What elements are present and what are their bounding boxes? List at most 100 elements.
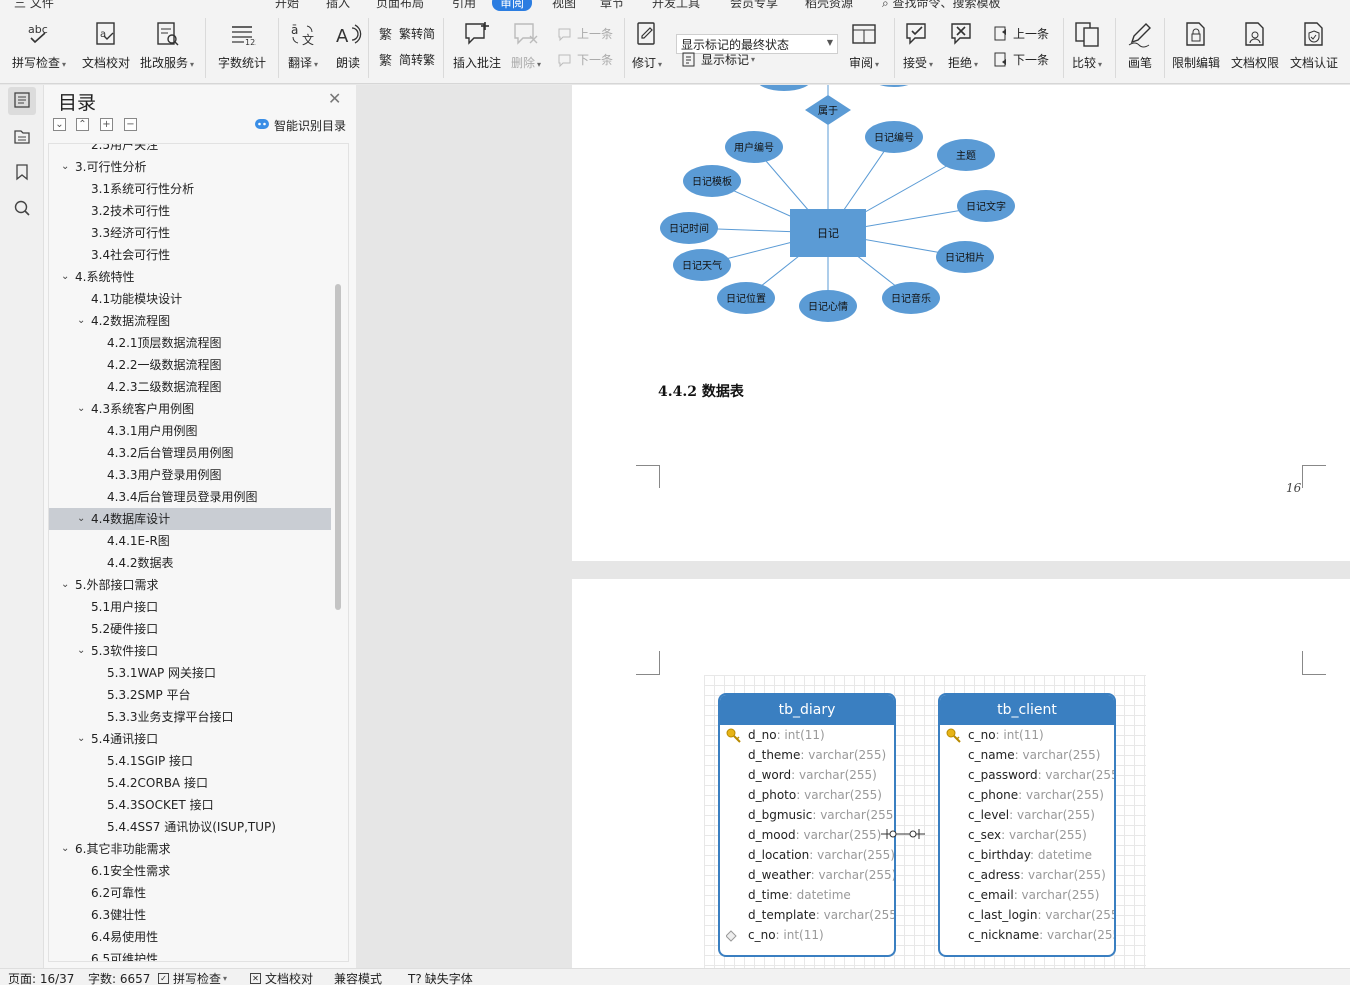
toc-panel-button[interactable] [8,87,36,115]
tab-references[interactable]: 引用 [452,0,476,11]
chevron-down-icon[interactable]: ⌄ [77,310,85,332]
toc-item[interactable]: 6.4易使用性 [49,926,348,948]
chevron-down-icon[interactable]: ⌄ [61,266,69,288]
next-comment-button[interactable]: 下一条 [556,51,613,68]
bookmark-button[interactable] [8,159,36,187]
toc-item[interactable]: 5.4.2CORBA 接口 [49,772,348,794]
toc-item[interactable]: 6.5可维护性 [49,948,348,961]
toc-item[interactable]: 4.3.2后台管理员用例图 [49,442,348,464]
toc-item[interactable]: 5.3.3业务支撑平台接口 [49,706,348,728]
toc-item[interactable]: 5.4.4SS7 通讯协议(ISUP,TUP) [49,816,348,838]
batch-service-button[interactable]: 批改服务 ▾ [140,20,194,71]
toc-item[interactable]: ⌄ 5.外部接口需求 [49,574,348,596]
tab-home[interactable]: 开始 [275,0,299,11]
chevron-down-icon[interactable]: ⌄ [77,640,85,662]
read-aloud-button[interactable]: A 朗读 [334,20,362,71]
missing-font-indicator[interactable]: T? 缺失字体 [408,970,473,985]
toc-item[interactable]: 5.3.2SMP 平台 [49,684,348,706]
command-search[interactable]: ⌕ 查找命令、搜索模板 [882,0,1001,11]
compat-mode[interactable]: 兼容模式 [334,970,382,985]
next-change-button[interactable]: 下一条 [992,51,1049,68]
insert-comment-button[interactable]: 插入批注 [453,20,501,71]
toc-item[interactable]: ⌄ 3.可行性分析 [49,156,348,178]
toc-item[interactable]: 5.4.1SGIP 接口 [49,750,348,772]
toc-item[interactable]: ⌄ 4.3系统客户用例图 [49,398,348,420]
toc-item[interactable]: 4.3.4后台管理员登录用例图 [49,486,348,508]
file-menu[interactable]: 三 文件 [14,0,54,11]
restrict-edit-button[interactable]: 限制编辑 [1172,20,1220,71]
prev-change-button[interactable]: 上一条 [992,25,1049,42]
spell-check-button[interactable]: abc 拼写检查 ▾ [12,20,66,71]
toc-item[interactable]: 4.1功能模块设计 [49,288,348,310]
collapse-all-icon[interactable]: ⌄ [53,118,66,131]
toc-item[interactable]: 4.4.2数据表 [49,552,348,574]
doc-permission-button[interactable]: 文档权限 [1231,20,1279,71]
toc-item[interactable]: ⌄ 6.其它非功能需求 [49,838,348,860]
compare-button[interactable]: 比较 ▾ [1072,20,1102,71]
add-heading-icon[interactable]: + [100,118,113,131]
chapter-nav-button[interactable] [8,123,36,151]
track-changes-button[interactable]: 修订 ▾ [632,20,662,71]
toc-scrollbar[interactable] [335,284,341,610]
toc-item[interactable]: 6.3健壮性 [49,904,348,926]
toc-item[interactable]: ⌄ 5.3软件接口 [49,640,348,662]
reject-button[interactable]: 拒绝 ▾ [948,20,978,71]
expand-up-icon[interactable]: ⌃ [76,118,89,131]
word-count-indicator[interactable]: 字数: 6657 [88,970,150,985]
tab-developer[interactable]: 开发工具 [652,0,700,11]
show-markup-button[interactable]: 显示标记 ▾ [680,51,755,68]
chevron-down-icon[interactable]: ⌄ [77,728,85,750]
toc-item[interactable]: 4.3.3用户登录用例图 [49,464,348,486]
tab-chapter[interactable]: 章节 [600,0,624,11]
translate-button[interactable]: ā文 翻译 ▾ [288,20,318,71]
word-count-button[interactable]: 123 字数统计 [218,20,266,71]
status-spell-check[interactable]: ✓ 拼写检查 ▾ [158,970,227,985]
toc-item[interactable]: ⌄ 5.4通讯接口 [49,728,348,750]
tab-docer[interactable]: 稻壳资源 [805,0,853,11]
tab-view[interactable]: 视图 [552,0,576,11]
ink-button[interactable]: 画笔 [1126,20,1154,71]
toc-item[interactable]: 3.2技术可行性 [49,200,348,222]
tab-member[interactable]: 会员专享 [730,0,778,11]
toc-item[interactable]: 4.4.1E-R图 [49,530,348,552]
doc-proof-button[interactable]: a 文档校对 [82,20,130,71]
toc-item[interactable]: 3.3经济可行性 [49,222,348,244]
smart-toc-button[interactable]: 智能识别目录 [254,117,346,134]
find-button[interactable] [8,195,36,223]
page-indicator[interactable]: 页面: 16/37 [8,970,74,985]
doc-certify-button[interactable]: 文档认证 [1290,20,1338,71]
toc-item[interactable]: 5.4.3SOCKET 接口 [49,794,348,816]
toc-item[interactable]: 6.1安全性需求 [49,860,348,882]
toc-item[interactable]: 4.2.3二级数据流程图 [49,376,348,398]
chevron-down-icon[interactable]: ⌄ [61,838,69,860]
toc-item[interactable]: 5.2硬件接口 [49,618,348,640]
close-icon[interactable]: ✕ [328,89,341,108]
chevron-down-icon[interactable]: ⌄ [77,398,85,420]
toc-item[interactable]: 4.2.2一级数据流程图 [49,354,348,376]
prev-comment-button[interactable]: 上一条 [556,25,613,42]
review-pane-button[interactable]: 审阅 ▾ [849,20,879,71]
chevron-down-icon[interactable]: ⌄ [61,574,69,596]
toc-item[interactable]: 5.3.1WAP 网关接口 [49,662,348,684]
delete-comment-button[interactable]: 删除 ▾ [511,20,541,71]
toc-item[interactable]: 6.2可靠性 [49,882,348,904]
toc-item[interactable]: 5.1用户接口 [49,596,348,618]
toc-item[interactable]: 3.1系统可行性分析 [49,178,348,200]
accept-button[interactable]: 接受 ▾ [903,20,933,71]
status-doc-proof[interactable]: ✕ 文档校对 [250,970,313,985]
chevron-down-icon[interactable]: ⌄ [61,156,69,178]
tab-layout[interactable]: 页面布局 [376,0,424,11]
tab-review[interactable]: 审阅 [492,0,533,11]
toc-item[interactable]: 3.4社会可行性 [49,244,348,266]
toc-item[interactable]: ⌄ 4.系统特性 [49,266,348,288]
trad-to-simp-button[interactable]: 繁繁转简 [378,25,435,42]
tab-insert[interactable]: 插入 [326,0,350,11]
toc-item[interactable]: ⌄ 4.4数据库设计 [49,508,331,530]
simp-to-trad-button[interactable]: 繁简转繁 [378,51,435,68]
remove-heading-icon[interactable]: − [124,118,137,131]
toc-item[interactable]: 2.5用户关注 [49,144,348,156]
toc-item[interactable]: 4.2.1顶层数据流程图 [49,332,348,354]
toc-item[interactable]: ⌄ 4.2数据流程图 [49,310,348,332]
toc-item[interactable]: 4.3.1用户用例图 [49,420,348,442]
chevron-down-icon[interactable]: ⌄ [77,508,85,530]
